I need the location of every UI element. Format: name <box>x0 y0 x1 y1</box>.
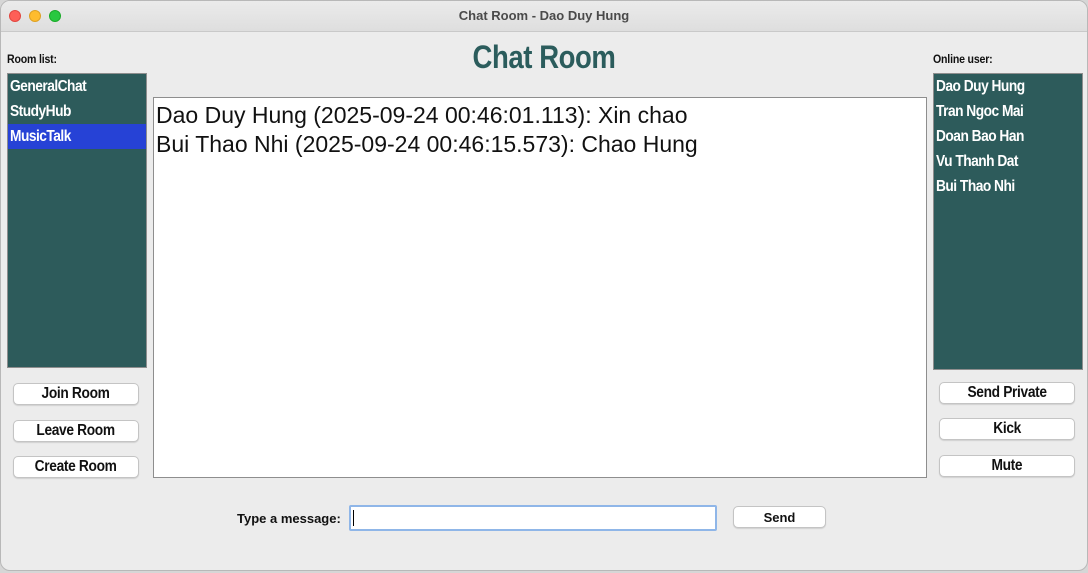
join-room-button[interactable]: Join Room <box>13 383 139 405</box>
send-private-button[interactable]: Send Private <box>939 382 1075 404</box>
create-room-button[interactable]: Create Room <box>13 456 139 478</box>
message-label: Type a message: <box>237 511 341 526</box>
chat-messages: Dao Duy Hung (2025-09-24 00:46:01.113): … <box>153 97 927 478</box>
user-item[interactable]: Doan Bao Han <box>934 124 1082 149</box>
page-title: Chat Room <box>472 39 616 75</box>
kick-button[interactable]: Kick <box>939 418 1075 440</box>
user-item[interactable]: Dao Duy Hung <box>934 74 1082 99</box>
text-caret <box>353 510 354 526</box>
user-item[interactable]: Vu Thanh Dat <box>934 149 1082 174</box>
room-list[interactable]: GeneralChat StudyHub MusicTalk <box>7 73 147 368</box>
chat-message: Bui Thao Nhi (2025-09-24 00:46:15.573): … <box>156 131 698 157</box>
user-item[interactable]: Bui Thao Nhi <box>934 174 1082 199</box>
room-item-musictalk[interactable]: MusicTalk <box>8 124 146 149</box>
chat-message: Dao Duy Hung (2025-09-24 00:46:01.113): … <box>156 102 688 128</box>
room-item-generalchat[interactable]: GeneralChat <box>8 74 146 99</box>
online-user-label: Online user: <box>933 52 993 66</box>
message-input[interactable] <box>349 505 717 531</box>
window-title: Chat Room - Dao Duy Hung <box>458 8 630 23</box>
send-button[interactable]: Send <box>733 506 826 528</box>
online-user-list[interactable]: Dao Duy Hung Tran Ngoc Mai Doan Bao Han … <box>933 73 1083 370</box>
leave-room-button[interactable]: Leave Room <box>13 420 139 442</box>
room-item-studyhub[interactable]: StudyHub <box>8 99 146 124</box>
user-item[interactable]: Tran Ngoc Mai <box>934 99 1082 124</box>
mute-button[interactable]: Mute <box>939 455 1075 477</box>
title-bar: Chat Room - Dao Duy Hung <box>1 1 1087 32</box>
room-list-label: Room list: <box>7 52 57 66</box>
chat-window: Chat Room - Dao Duy Hung Room list: Chat… <box>0 0 1088 571</box>
